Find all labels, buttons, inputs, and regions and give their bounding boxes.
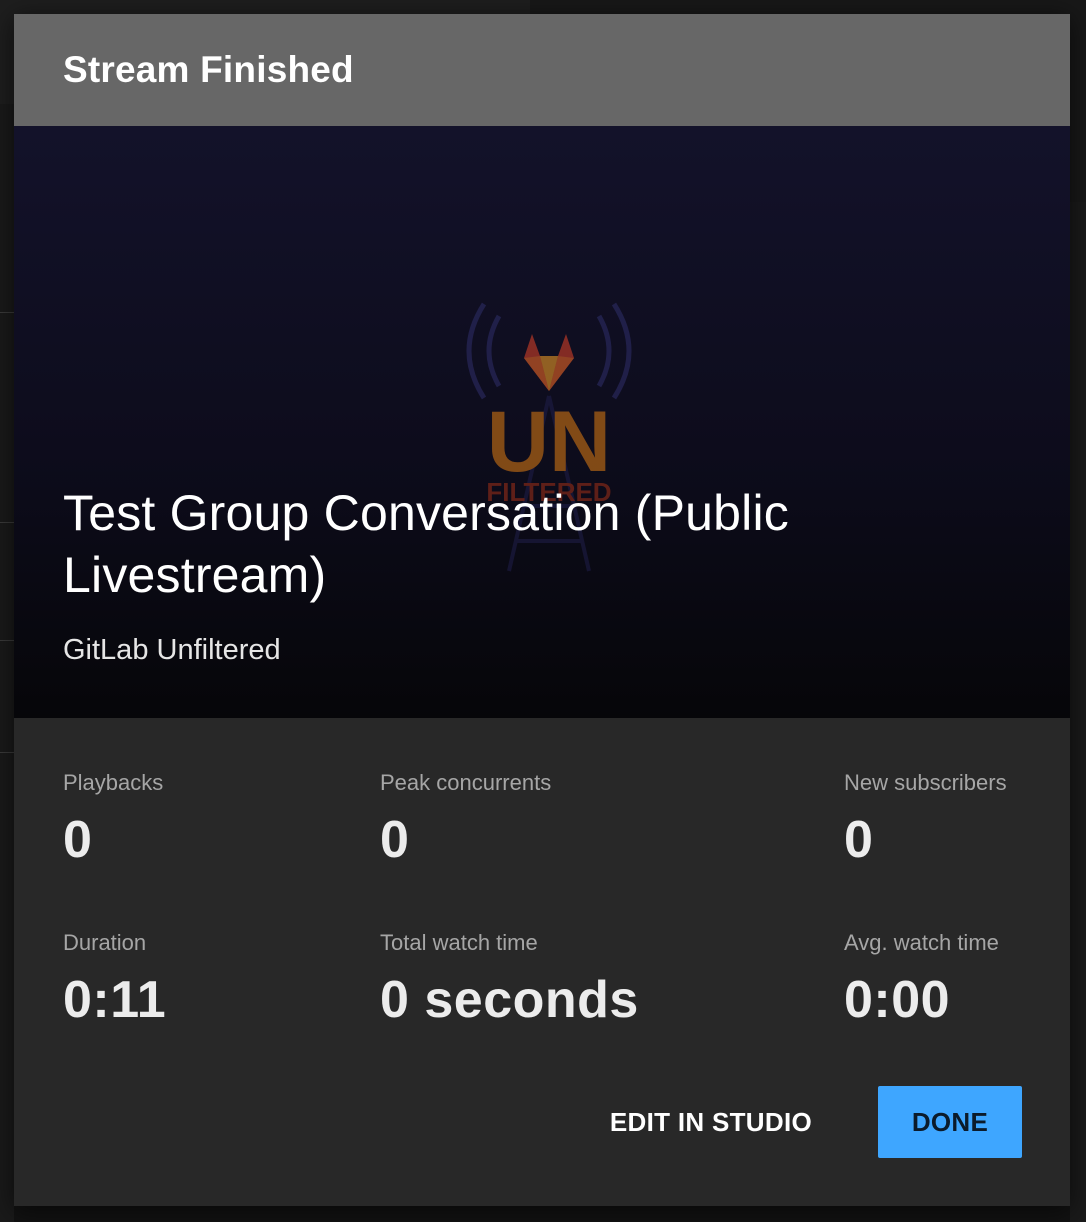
stream-finished-dialog: Stream Finished UN FILTERED Test Group C… bbox=[14, 14, 1070, 1206]
dialog-header: Stream Finished bbox=[14, 14, 1070, 126]
backdrop-right-panel bbox=[1070, 202, 1086, 1222]
stat-new-subscribers: New subscribers 0 bbox=[844, 770, 1007, 870]
stat-duration: Duration 0:11 bbox=[63, 930, 166, 1030]
stat-label: Playbacks bbox=[63, 770, 164, 795]
stat-value: 0 bbox=[63, 811, 93, 869]
stat-avg-watch-time: Avg. watch time 0:00 bbox=[844, 930, 999, 1030]
video-title: Test Group Conversation (Public Livestre… bbox=[63, 485, 789, 603]
dialog-title: Stream Finished bbox=[63, 49, 354, 90]
stat-peak-concurrents: Peak concurrents 0 bbox=[380, 770, 551, 870]
stat-label: Total watch time bbox=[380, 930, 538, 955]
stat-value: 0 bbox=[844, 811, 874, 869]
stat-value: 0 bbox=[380, 811, 410, 869]
stat-value: 0 seconds bbox=[380, 971, 639, 1029]
backdrop-divider bbox=[0, 312, 14, 313]
svg-text:UN: UN bbox=[487, 394, 611, 490]
backdrop-left-panel bbox=[0, 104, 14, 1222]
done-button[interactable]: DONE bbox=[878, 1086, 1022, 1158]
channel-name: GitLab Unfiltered bbox=[63, 634, 281, 666]
stream-thumbnail: UN FILTERED Test Group Conversation (Pub… bbox=[14, 126, 1070, 718]
stat-label: Peak concurrents bbox=[380, 770, 552, 795]
backdrop-divider bbox=[0, 522, 14, 523]
backdrop-divider bbox=[0, 640, 14, 641]
stream-stats: Playbacks 0 Peak concurrents 0 New subsc… bbox=[14, 718, 1070, 1206]
stat-value: 0:11 bbox=[63, 971, 167, 1029]
video-info: Test Group Conversation (Public Livestre… bbox=[63, 482, 1030, 667]
stat-total-watch-time: Total watch time 0 seconds bbox=[380, 930, 639, 1030]
stat-label: Avg. watch time bbox=[844, 930, 999, 955]
edit-in-studio-button[interactable]: EDIT IN STUDIO bbox=[610, 1107, 812, 1138]
stat-value: 0:00 bbox=[844, 971, 951, 1029]
stat-label: New subscribers bbox=[844, 770, 1007, 795]
stat-label: Duration bbox=[63, 930, 147, 955]
dialog-actions: EDIT IN STUDIO DONE bbox=[610, 1086, 1022, 1158]
stat-playbacks: Playbacks 0 bbox=[63, 770, 163, 870]
backdrop-divider bbox=[0, 752, 14, 753]
